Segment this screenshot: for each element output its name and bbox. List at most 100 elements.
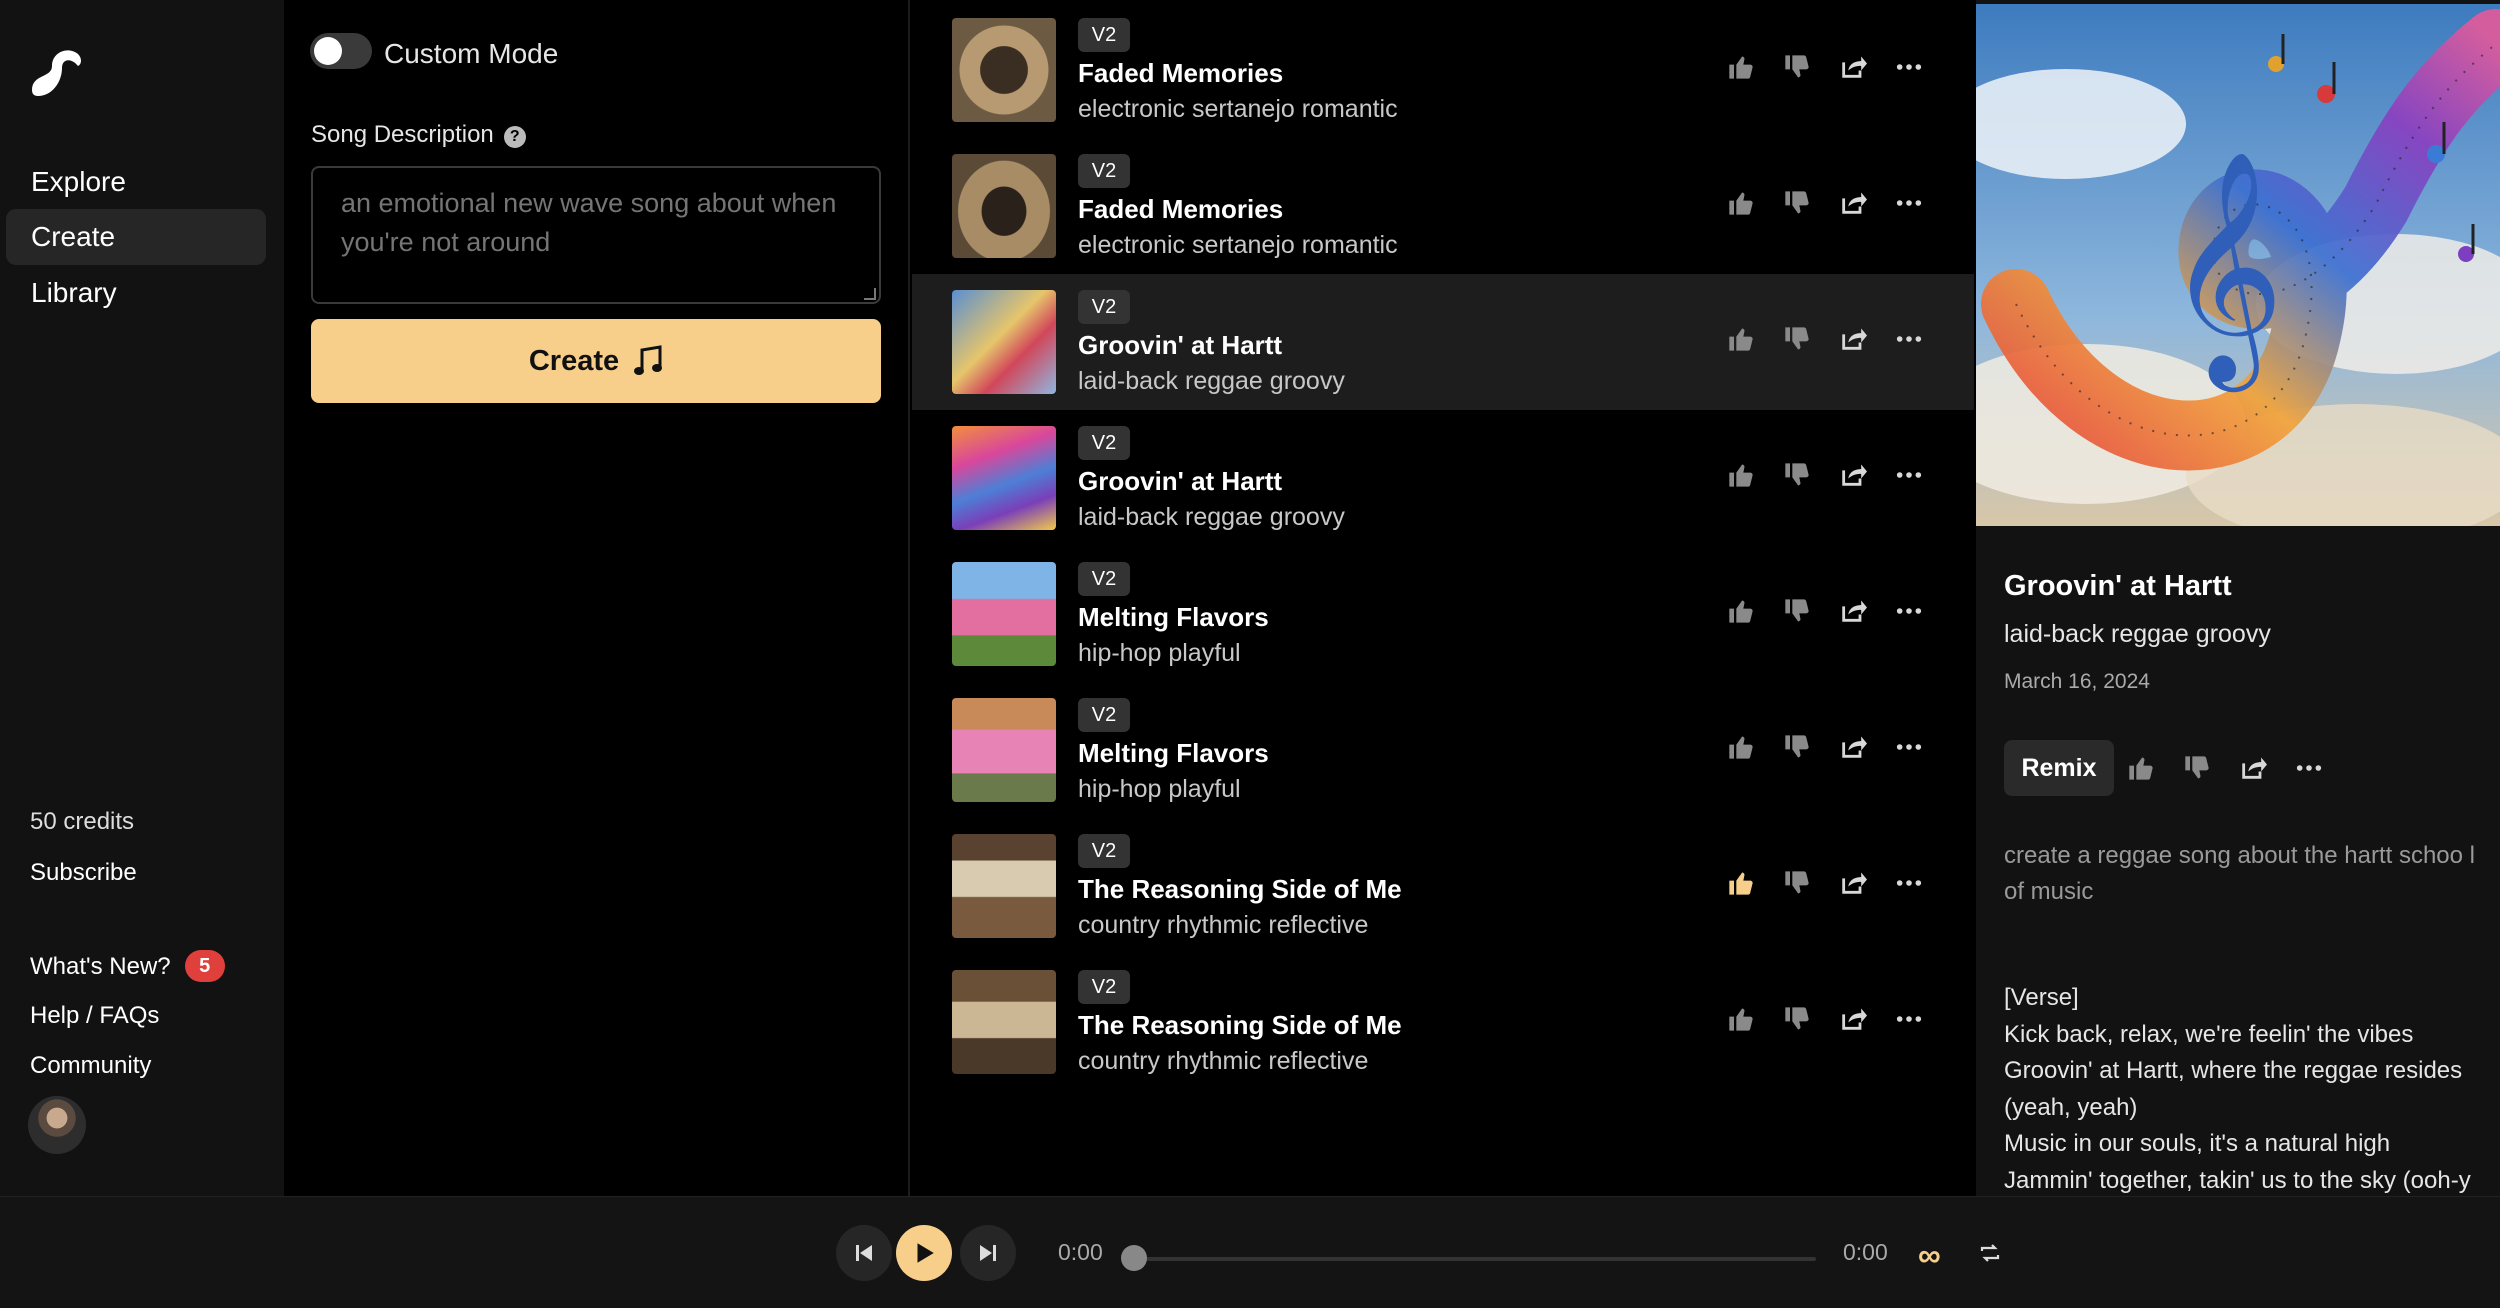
player-bar: 0:00 0:00 ∞ — [0, 1196, 2500, 1308]
thumbs-up-icon[interactable] — [1726, 596, 1756, 626]
thumbs-up-icon[interactable] — [2126, 753, 2156, 783]
song-title[interactable]: The Reasoning Side of Me — [1078, 1010, 1402, 1041]
skip-forward-icon — [980, 1245, 996, 1261]
song-title[interactable]: Groovin' at Hartt — [1078, 466, 1282, 497]
song-thumbnail[interactable] — [952, 154, 1056, 258]
more-options-icon[interactable] — [1894, 868, 1924, 898]
song-title[interactable]: Groovin' at Hartt — [1078, 330, 1282, 361]
progress-track[interactable] — [1140, 1257, 1816, 1261]
more-options-icon[interactable] — [1894, 188, 1924, 218]
whats-new-link[interactable]: What's New? 5 — [30, 950, 225, 982]
share-icon[interactable] — [1838, 52, 1868, 82]
detail-date: March 16, 2024 — [2004, 670, 2150, 693]
song-row[interactable]: V2 Melting Flavors hip-hop playful — [912, 546, 1974, 682]
share-icon[interactable] — [2238, 753, 2268, 783]
whats-new-label: What's New? — [30, 953, 171, 980]
thumbs-up-icon[interactable] — [1726, 732, 1756, 762]
more-options-icon[interactable] — [1894, 1004, 1924, 1034]
song-thumbnail[interactable] — [952, 290, 1056, 394]
thumbs-up-icon[interactable] — [1726, 52, 1756, 82]
version-badge: V2 — [1078, 290, 1130, 324]
more-options-icon[interactable] — [1894, 324, 1924, 354]
song-tags: laid-back reggae groovy — [1078, 503, 1345, 531]
sidebar: Explore Create Library 50 credits Subscr… — [0, 0, 284, 1196]
help-faqs-link[interactable]: Help / FAQs — [30, 1002, 159, 1030]
thumbs-down-icon[interactable] — [2182, 753, 2212, 783]
loop-icon[interactable]: ∞ — [1918, 1239, 1941, 1271]
share-icon[interactable] — [1838, 868, 1868, 898]
more-options-icon[interactable] — [2294, 753, 2324, 783]
thumbs-up-icon[interactable] — [1726, 188, 1756, 218]
thumbs-down-icon[interactable] — [1782, 1004, 1812, 1034]
remix-button[interactable]: Remix — [2004, 740, 2114, 796]
share-icon[interactable] — [1838, 324, 1868, 354]
song-title[interactable]: Faded Memories — [1078, 194, 1283, 225]
thumbs-down-icon[interactable] — [1782, 732, 1812, 762]
nav-library[interactable]: Library — [6, 265, 266, 321]
subscribe-link[interactable]: Subscribe — [30, 859, 137, 887]
song-title[interactable]: The Reasoning Side of Me — [1078, 874, 1402, 905]
song-row[interactable]: V2 Faded Memories electronic sertanejo r… — [912, 138, 1974, 274]
share-icon[interactable] — [1838, 596, 1868, 626]
song-thumbnail[interactable] — [952, 426, 1056, 530]
thumbs-up-icon[interactable] — [1726, 868, 1756, 898]
thumbs-up-icon[interactable] — [1726, 324, 1756, 354]
more-options-icon[interactable] — [1894, 52, 1924, 82]
song-thumbnail[interactable] — [952, 698, 1056, 802]
previous-track-button[interactable] — [836, 1225, 892, 1281]
song-description-input[interactable] — [311, 166, 881, 304]
song-row[interactable]: V2 Faded Memories electronic sertanejo r… — [912, 2, 1974, 138]
song-row[interactable]: V2 The Reasoning Side of Me country rhyt… — [912, 954, 1974, 1090]
repeat-icon[interactable] — [1978, 1241, 2002, 1270]
song-row[interactable]: V2 Groovin' at Hartt laid-back reggae gr… — [912, 410, 1974, 546]
skip-back-icon — [856, 1245, 872, 1261]
avatar[interactable] — [28, 1096, 86, 1154]
song-actions — [1726, 324, 1924, 354]
custom-mode-toggle[interactable] — [310, 33, 372, 69]
thumbs-down-icon[interactable] — [1782, 324, 1812, 354]
create-panel: Custom Mode Song Description? Create — [284, 0, 910, 1196]
thumbs-down-icon[interactable] — [1782, 52, 1812, 82]
song-thumbnail[interactable] — [952, 562, 1056, 666]
play-button[interactable] — [896, 1225, 952, 1281]
song-title[interactable]: Faded Memories — [1078, 58, 1283, 89]
thumbs-up-icon[interactable] — [1726, 460, 1756, 490]
thumbs-up-icon[interactable] — [1726, 1004, 1756, 1034]
next-track-button[interactable] — [960, 1225, 1016, 1281]
song-thumbnail[interactable] — [952, 970, 1056, 1074]
song-row[interactable]: V2 The Reasoning Side of Me country rhyt… — [912, 818, 1974, 954]
thumbs-down-icon[interactable] — [1782, 188, 1812, 218]
thumbs-down-icon[interactable] — [1782, 460, 1812, 490]
share-icon[interactable] — [1838, 460, 1868, 490]
thumbs-down-icon[interactable] — [1782, 596, 1812, 626]
thumbs-down-icon[interactable] — [1782, 868, 1812, 898]
share-icon[interactable] — [1838, 732, 1868, 762]
song-tags: laid-back reggae groovy — [1078, 367, 1345, 395]
share-icon[interactable] — [1838, 1004, 1868, 1034]
share-icon[interactable] — [1838, 188, 1868, 218]
song-thumbnail[interactable] — [952, 834, 1056, 938]
song-row[interactable]: V2 Groovin' at Hartt laid-back reggae gr… — [912, 274, 1974, 410]
nav-explore[interactable]: Explore — [6, 154, 266, 210]
version-badge: V2 — [1078, 970, 1130, 1004]
song-row[interactable]: V2 Melting Flavors hip-hop playful — [912, 682, 1974, 818]
community-link[interactable]: Community — [30, 1052, 151, 1080]
help-icon[interactable]: ? — [503, 126, 526, 148]
more-options-icon[interactable] — [1894, 732, 1924, 762]
suno-logo-icon[interactable] — [28, 44, 84, 100]
cover-art: 𝄞 — [1976, 4, 2500, 526]
more-options-icon[interactable] — [1894, 460, 1924, 490]
song-actions — [1726, 52, 1924, 82]
song-thumbnail[interactable] — [952, 18, 1056, 122]
progress-knob[interactable] — [1121, 1245, 1147, 1271]
song-actions — [1726, 188, 1924, 218]
detail-actions — [2126, 753, 2324, 783]
resize-handle-icon[interactable] — [864, 288, 876, 300]
create-button[interactable]: Create — [311, 319, 881, 403]
song-title[interactable]: Melting Flavors — [1078, 738, 1269, 769]
nav-create[interactable]: Create — [6, 209, 266, 265]
more-options-icon[interactable] — [1894, 596, 1924, 626]
cover-art-image: 𝄞 — [1976, 4, 2500, 526]
version-badge: V2 — [1078, 426, 1130, 460]
song-title[interactable]: Melting Flavors — [1078, 602, 1269, 633]
